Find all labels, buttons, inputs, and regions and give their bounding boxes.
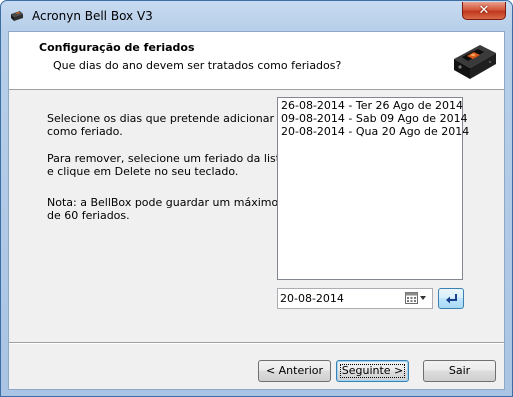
instruction-line: Nota: a BellBox pode guardar um máximo (47, 196, 279, 209)
holiday-listbox[interactable]: 26-08-2014 - Ter 26 Ago de 2014 09-08-20… (277, 97, 469, 280)
instruction-add: Selecione os dias que pretende adicionar… (47, 112, 275, 138)
focus-rectangle (340, 364, 405, 378)
wizard-header: Configuração de feriados Que dias do ano… (9, 32, 504, 90)
next-button[interactable]: Seguinte > (336, 360, 409, 382)
enter-arrow-icon (446, 294, 457, 304)
instruction-line: como feriado. (47, 125, 123, 138)
bellbox-app-icon (11, 11, 23, 21)
date-picker[interactable]: 20-08-2014 (277, 288, 433, 309)
title-bar[interactable]: Acronyn Bell Box V3 ✕ (1, 1, 512, 31)
instruction-remove: Para remover, selecione um feriado da li… (47, 152, 287, 178)
list-item[interactable]: 26-08-2014 - Ter 26 Ago de 2014 (280, 99, 463, 112)
list-item[interactable]: 20-08-2014 - Qua 20 Ago de 2014 (280, 125, 469, 138)
separator (9, 342, 504, 344)
instruction-note: Nota: a BellBox pode guardar um máximo d… (47, 196, 279, 222)
page-subtitle: Que dias do ano devem ser tratados como … (53, 59, 342, 72)
instruction-line: Para remover, selecione um feriado da li… (47, 152, 287, 165)
list-item[interactable]: 09-08-2014 - Sab 09 Ago de 2014 (280, 112, 468, 125)
instruction-line: de 60 feriados. (47, 209, 130, 222)
close-button[interactable]: ✕ (462, 2, 506, 20)
window-title: Acronyn Bell Box V3 (32, 9, 153, 23)
application-window: Acronyn Bell Box V3 ✕ Configuração de fe… (0, 0, 513, 397)
page-title: Configuração de feriados (39, 41, 195, 54)
exit-button[interactable]: Sair (423, 360, 496, 382)
add-holiday-button[interactable] (438, 288, 464, 309)
instruction-line: e clique em Delete no seu teclado. (47, 165, 239, 178)
bellbox-device-image (454, 45, 496, 79)
instruction-line: Selecione os dias que pretende adicionar (47, 112, 275, 125)
date-value[interactable]: 20-08-2014 (280, 292, 344, 305)
calendar-icon[interactable] (405, 292, 418, 304)
close-icon: ✕ (478, 3, 490, 18)
previous-button[interactable]: < Anterior (258, 360, 331, 382)
chevron-down-icon[interactable] (420, 296, 426, 300)
wizard-client-area: Configuração de feriados Que dias do ano… (8, 31, 505, 390)
